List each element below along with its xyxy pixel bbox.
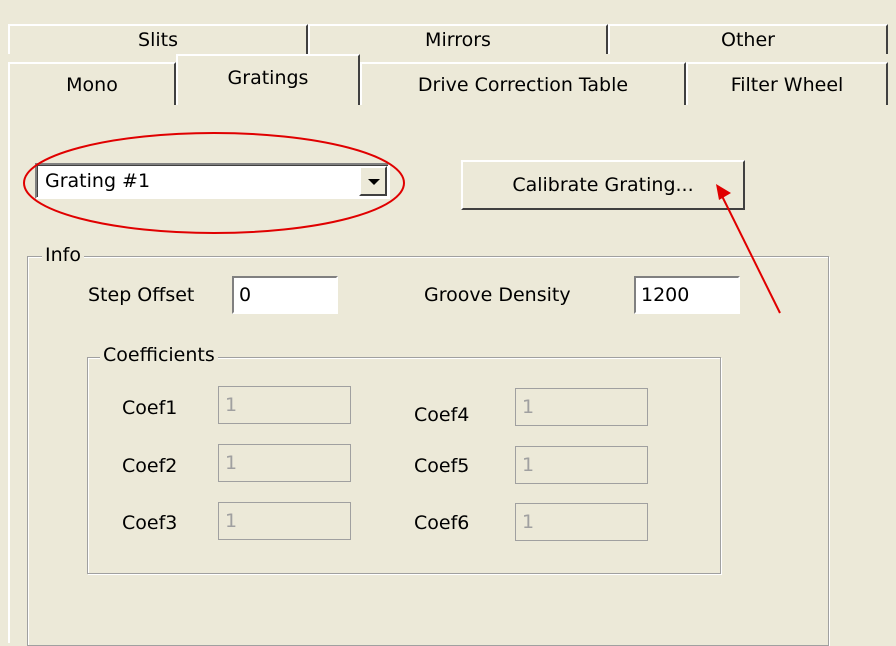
highlight-ellipse [23,132,405,234]
annotation-arrow-line [719,191,781,314]
annotation-overlay [23,132,781,314]
